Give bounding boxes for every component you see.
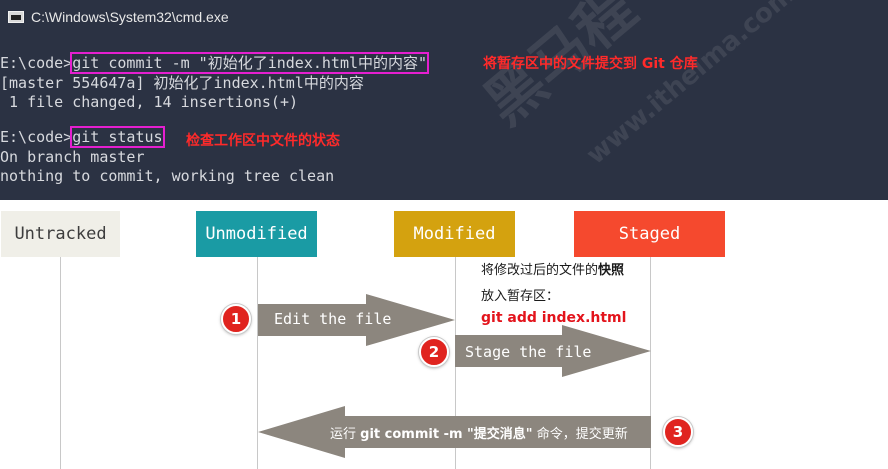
edit-file-label: Edit the file	[274, 310, 392, 328]
stage-file-label: Stage the file	[465, 343, 592, 361]
step-1-badge: 1	[221, 304, 251, 334]
step-3-badge: 3	[663, 417, 693, 447]
stage-note-line2: 放入暂存区：	[481, 289, 560, 304]
step-2-badge: 2	[419, 337, 449, 367]
commit-step-label: 运行 git commit -m "提交消息" 命令，提交更新	[330, 427, 628, 442]
transition-arrows	[258, 294, 651, 458]
stage-note-line1: 将修改过后的文件的快照	[481, 263, 625, 278]
git-add-command: git add index.html	[481, 310, 627, 326]
